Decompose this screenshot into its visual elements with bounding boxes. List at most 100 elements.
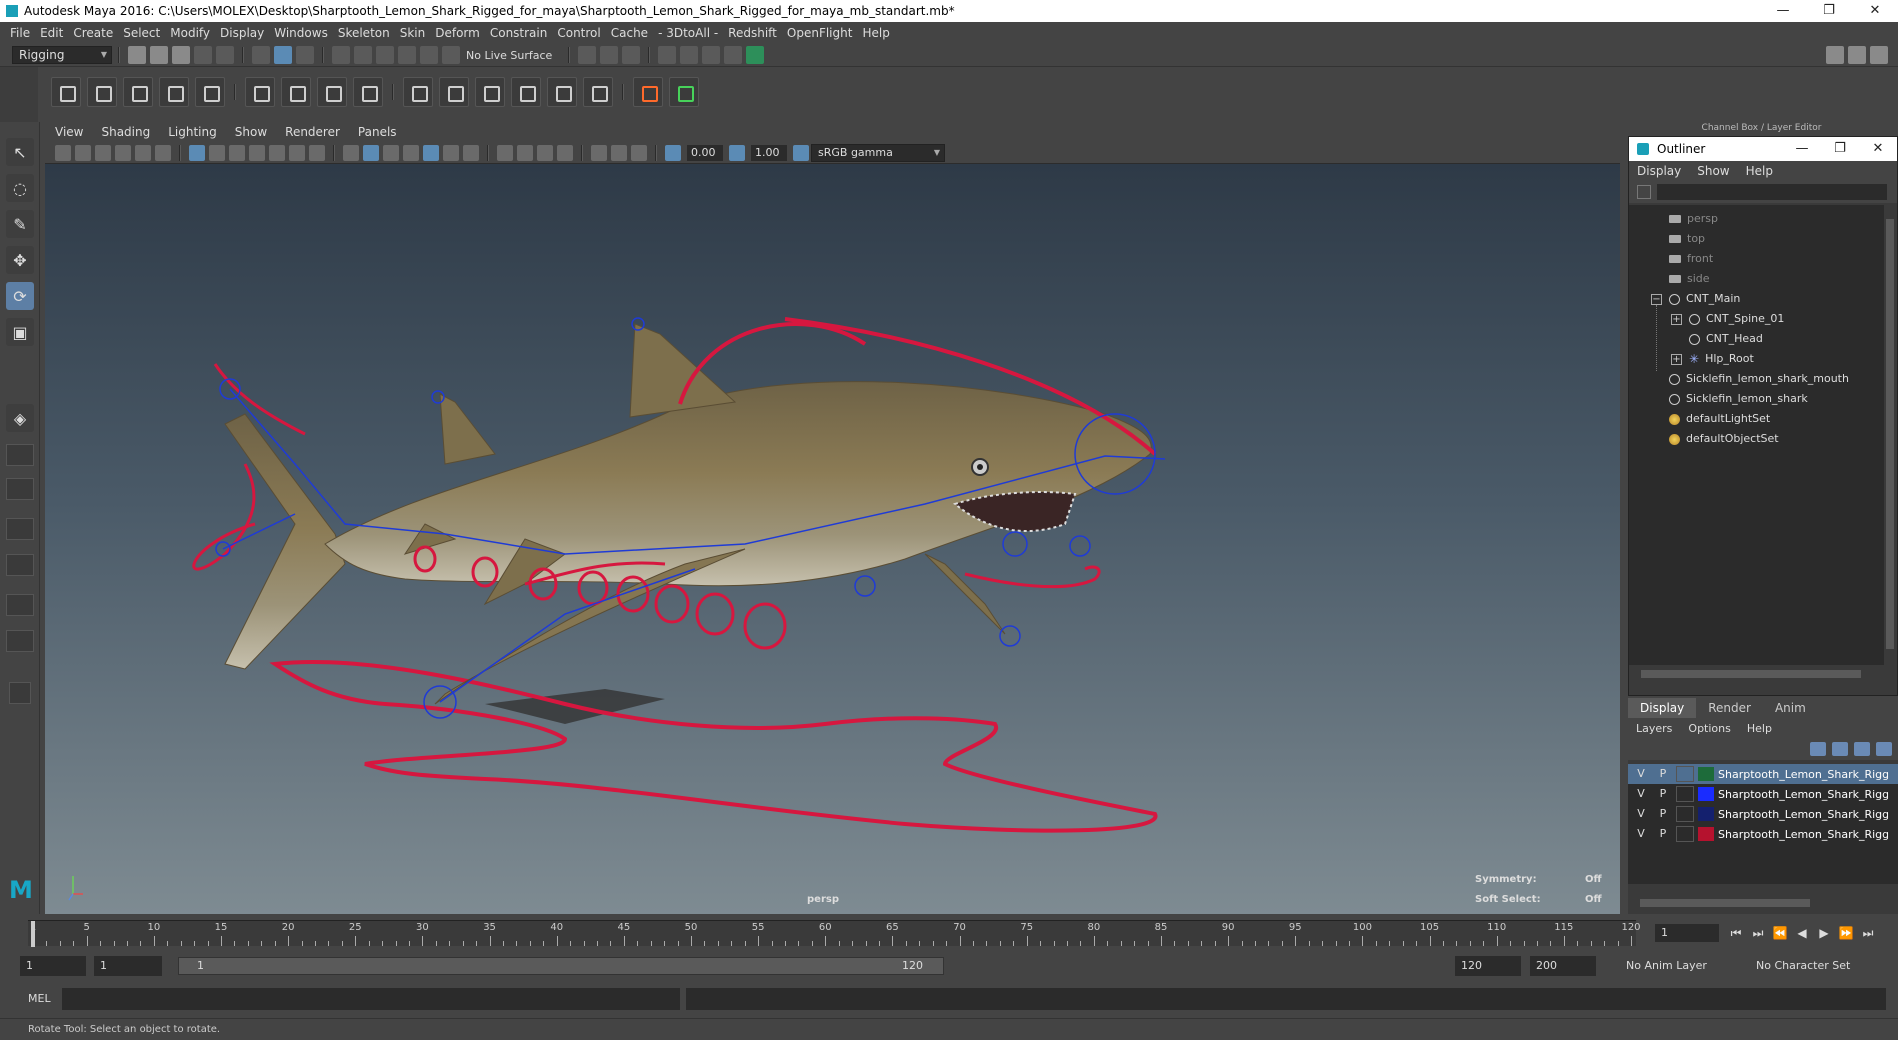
custom-layout-icon[interactable] [6,630,34,652]
menu-help[interactable]: Help [862,26,899,40]
filter-icon[interactable] [1637,185,1651,199]
bookmark-icon[interactable] [95,144,111,161]
exposure-field[interactable]: 0.00 [687,144,723,161]
wireframe-on-shaded-icon[interactable] [383,144,399,161]
outliner-restore-button[interactable]: ❐ [1821,137,1859,161]
step-back-key-icon[interactable]: ⏭ [1747,924,1769,942]
outliner-item[interactable]: CNT_Main [1669,289,1740,309]
layer-row[interactable]: V P Sharptooth_Lemon_Shark_Rigged [1628,824,1898,844]
render-current-icon[interactable] [680,46,699,64]
menu-edit[interactable]: Edit [40,26,73,40]
go-to-end-icon[interactable]: ⏭ [1857,924,1879,942]
step-back-frame-icon[interactable]: ⏪ [1769,924,1791,942]
outliner-item[interactable]: ✳ Hlp_Root [1689,349,1754,369]
exposure-icon[interactable] [665,144,681,161]
layer-menu-options[interactable]: Options [1688,722,1730,735]
menu-windows[interactable]: Windows [274,26,338,40]
input-ops-icon[interactable] [578,46,597,64]
layer-row[interactable]: V P Sharptooth_Lemon_Shark_Rigged [1628,804,1898,824]
layer-display-type[interactable] [1676,786,1694,802]
locator-icon[interactable] [633,77,663,107]
layer-color-swatch[interactable] [1698,827,1714,841]
viewport-menu-lighting[interactable]: Lighting [168,125,217,139]
menu-skeleton[interactable]: Skeleton [338,26,400,40]
four-view-layout-icon[interactable] [6,444,34,466]
outliner-close-button[interactable]: ✕ [1859,137,1897,161]
outliner-search-input[interactable] [1657,184,1887,200]
menu-constrain[interactable]: Constrain [490,26,558,40]
layer-playback-toggle[interactable]: P [1654,786,1672,802]
live-surface-label[interactable]: No Live Surface [466,49,552,62]
shadows-icon[interactable] [443,144,459,161]
viewport-menu-view[interactable]: View [55,125,83,139]
scale-tool-icon[interactable]: ▣ [6,318,34,346]
joint-tool-icon[interactable] [51,77,81,107]
viewport-menu-show[interactable]: Show [235,125,267,139]
snap-point-icon[interactable] [376,46,394,64]
layer-color-swatch[interactable] [1698,807,1714,821]
redo-icon[interactable] [216,46,234,64]
outliner-menu-show[interactable]: Show [1697,164,1729,178]
viewport-scene[interactable]: persp Symmetry: Off Soft Select: Off [45,164,1620,914]
layer-playback-toggle[interactable]: P [1654,826,1672,842]
menu-skin[interactable]: Skin [400,26,436,40]
use-all-lights-icon[interactable] [423,144,439,161]
layer-playback-toggle[interactable]: P [1654,766,1672,782]
depth-of-field-icon[interactable] [537,144,553,161]
wireframe-icon[interactable] [343,144,359,161]
step-forward-frame-icon[interactable]: ⏩ [1835,924,1857,942]
create-empty-layer-icon[interactable] [1854,742,1870,756]
layer-menu-layers[interactable]: Layers [1636,722,1672,735]
grease-pencil-icon[interactable] [155,144,171,161]
hypershade-layout-icon[interactable] [6,554,34,576]
outliner-item[interactable]: front [1669,249,1713,269]
ik-spline-icon[interactable] [123,77,153,107]
minimize-button[interactable]: — [1760,0,1806,22]
color-management-icon[interactable] [793,144,809,161]
select-component-icon[interactable] [296,46,314,64]
outliner-item[interactable]: defaultObjectSet [1669,429,1779,449]
outliner-menu-help[interactable]: Help [1746,164,1773,178]
persp-outliner-layout-icon[interactable] [6,478,34,500]
backface-culling-icon[interactable] [631,144,647,161]
menu-openflight[interactable]: OpenFlight [787,26,863,40]
outliner-menu-display[interactable]: Display [1637,164,1681,178]
play-backwards-icon[interactable]: ◀ [1791,924,1813,942]
outliner-item[interactable]: Sicklefin_lemon_shark_mouth [1669,369,1849,389]
paint-weights-icon[interactable] [281,77,311,107]
film-gate-icon[interactable] [209,144,225,161]
layout-options-icon[interactable] [9,682,31,704]
go-to-start-icon[interactable]: ⏮ [1725,924,1747,942]
modeling-toolkit-icon[interactable] [1826,46,1844,64]
ambient-occlusion-icon[interactable] [463,144,479,161]
insert-joint-icon[interactable] [195,77,225,107]
paint-select-tool-icon[interactable]: ✎ [6,210,34,238]
layer-display-type[interactable] [1676,826,1694,842]
animation-end-field[interactable]: 120 [1455,956,1521,976]
menu-redshift[interactable]: Redshift [728,26,787,40]
camera-select-icon[interactable] [55,144,71,161]
open-scene-icon[interactable] [150,46,168,64]
safe-title-icon[interactable] [309,144,325,161]
safe-action-icon[interactable] [289,144,305,161]
viewport-menu-panels[interactable]: Panels [358,125,397,139]
xray-icon[interactable] [591,144,607,161]
construction-history-icon[interactable] [622,46,641,64]
viewport-menu-shading[interactable]: Shading [101,125,150,139]
outliner-vertical-scrollbar[interactable] [1885,205,1895,665]
camera-attributes-icon[interactable] [75,144,91,161]
scale-constraint-icon[interactable] [511,77,541,107]
layer-color-swatch[interactable] [1698,767,1714,781]
character-set-dropdown[interactable]: No Character Set [1756,956,1872,976]
current-frame-field[interactable]: 1 [1655,924,1719,942]
restore-button[interactable]: ❐ [1806,0,1852,22]
viewport-menu-renderer[interactable]: Renderer [285,125,340,139]
layer-menu-help[interactable]: Help [1747,722,1772,735]
menu-deform[interactable]: Deform [435,26,490,40]
gamma-field[interactable]: 1.00 [751,144,787,161]
menu-display[interactable]: Display [220,26,274,40]
command-input[interactable] [62,988,680,1010]
menu-select[interactable]: Select [123,26,170,40]
layer-color-swatch[interactable] [1698,787,1714,801]
animation-start-field[interactable]: 1 [94,956,162,976]
